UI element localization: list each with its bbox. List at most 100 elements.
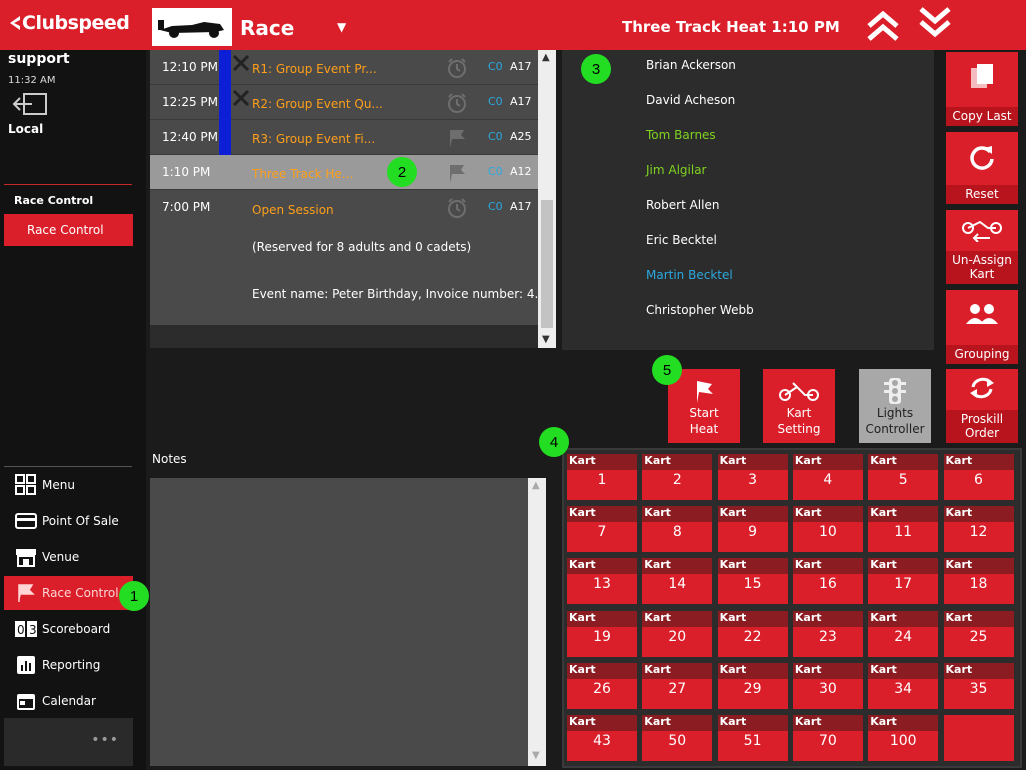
kart-tile[interactable]: Kart 100 bbox=[868, 715, 939, 761]
kart-tile[interactable]: Kart 23 bbox=[792, 610, 863, 657]
kart-tile[interactable]: Kart 43 bbox=[567, 715, 637, 761]
kart-tile[interactable]: Kart 24 bbox=[868, 610, 939, 657]
kart-tile[interactable]: Kart 26 bbox=[567, 662, 637, 709]
clock-time: 11:32 AM bbox=[8, 75, 56, 86]
unassign-kart-button[interactable]: Un-Assign Kart bbox=[946, 210, 1018, 284]
kart-tile-empty[interactable] bbox=[943, 715, 1014, 761]
nav-item-race-control[interactable]: Race Control bbox=[4, 576, 133, 610]
lights-controller-button[interactable]: Lights Controller bbox=[859, 369, 931, 443]
nav-item-venue[interactable]: Venue bbox=[4, 540, 133, 574]
chevron-down-icon[interactable]: ▼ bbox=[337, 20, 346, 34]
kart-tile[interactable]: Kart 50 bbox=[642, 715, 713, 761]
kart-tile[interactable]: Kart 9 bbox=[717, 506, 788, 553]
kart-number: 17 bbox=[894, 576, 913, 593]
kart-tile[interactable]: Kart 11 bbox=[868, 506, 939, 553]
kart-label: Kart bbox=[567, 506, 637, 523]
kart-tile[interactable]: Kart 4 bbox=[792, 454, 863, 500]
heat-color-bar bbox=[219, 120, 231, 155]
heat-list-scrollbar[interactable]: ▲ ▼ bbox=[538, 50, 556, 348]
kart-tile[interactable]: Kart 13 bbox=[567, 558, 637, 605]
heat-a-code: A12 bbox=[510, 165, 532, 178]
notes-textarea[interactable] bbox=[150, 478, 528, 766]
heat-row[interactable]: 12:25 PM R2: Group Event Qu... C0 A17 bbox=[150, 85, 538, 120]
nav-item-point-of-sale[interactable]: Point Of Sale bbox=[4, 504, 133, 538]
kart-tile[interactable]: Kart 6 bbox=[943, 454, 1014, 500]
divider bbox=[4, 184, 132, 185]
scroll-up-icon[interactable]: ▲ bbox=[542, 52, 550, 63]
kart-tile[interactable]: Kart 51 bbox=[717, 715, 788, 761]
kart-number: 22 bbox=[743, 628, 762, 645]
nav-item-scoreboard[interactable]: 03 Scoreboard bbox=[4, 612, 133, 646]
user-name: support bbox=[8, 51, 70, 67]
kart-tile[interactable]: Kart 2 bbox=[642, 454, 713, 500]
kart-tile[interactable]: Kart 15 bbox=[717, 558, 788, 605]
copy-last-button[interactable]: Copy Last bbox=[946, 52, 1018, 126]
double-chevron-up-icon[interactable] bbox=[866, 8, 900, 42]
nav-item-reporting[interactable]: Reporting bbox=[4, 648, 133, 682]
racer-name[interactable]: Tom Barnes bbox=[646, 128, 716, 142]
kart-tile[interactable]: Kart 7 bbox=[567, 506, 637, 553]
racer-name[interactable]: Eric Becktel bbox=[646, 233, 717, 247]
start-heat-button[interactable]: Start Heat bbox=[668, 369, 740, 443]
kart-tile[interactable]: Kart 10 bbox=[792, 506, 863, 553]
racer-name[interactable]: Christopher Webb bbox=[646, 303, 754, 317]
module-title[interactable]: Race bbox=[240, 16, 294, 40]
scroll-down-icon[interactable]: ▼ bbox=[532, 750, 540, 761]
kart-tile[interactable]: Kart 70 bbox=[792, 715, 863, 761]
racer-name[interactable]: Brian Ackerson bbox=[646, 58, 736, 72]
nav-item-menu[interactable]: Menu bbox=[4, 468, 133, 502]
kart-tile[interactable]: Kart 19 bbox=[567, 610, 637, 657]
kart-tile[interactable]: Kart 25 bbox=[943, 610, 1014, 657]
kart-tile[interactable]: Kart 14 bbox=[642, 558, 713, 605]
kart-tile[interactable]: Kart 17 bbox=[868, 558, 939, 605]
kart-label: Kart bbox=[868, 558, 939, 575]
grouping-button[interactable]: Grouping bbox=[946, 290, 1018, 364]
kart-label: Kart bbox=[868, 715, 939, 731]
notes-scrollbar[interactable]: ▲ ▼ bbox=[528, 478, 546, 766]
kart-number: 43 bbox=[593, 733, 611, 749]
kart-number: 6 bbox=[974, 472, 983, 488]
racer-name[interactable]: Robert Allen bbox=[646, 198, 719, 212]
heat-row-selected[interactable]: 1:10 PM Three Track He... C0 A12 bbox=[150, 155, 538, 190]
heat-c-code: C0 bbox=[488, 200, 503, 213]
kart-tile[interactable]: Kart 18 bbox=[943, 558, 1014, 605]
racer-name[interactable]: Martin Becktel bbox=[646, 268, 733, 282]
more-icon[interactable]: ••• bbox=[91, 732, 119, 748]
kart-tile[interactable]: Kart 29 bbox=[717, 662, 788, 709]
kart-tile[interactable]: Kart 3 bbox=[717, 454, 788, 500]
double-chevron-down-icon[interactable] bbox=[918, 6, 952, 40]
proskill-order-button[interactable]: Proskill Order bbox=[946, 369, 1018, 443]
kart-tile[interactable]: Kart 1 bbox=[567, 454, 637, 500]
kart-tile[interactable]: Kart 5 bbox=[868, 454, 939, 500]
button-label-line: Heat bbox=[689, 422, 719, 436]
heat-c-code: C0 bbox=[488, 60, 503, 73]
kart-tile[interactable]: Kart 35 bbox=[943, 662, 1014, 709]
heat-row-open-session[interactable]: 7:00 PM Open Session C0 A17 bbox=[150, 190, 538, 325]
scroll-down-icon[interactable]: ▼ bbox=[542, 334, 550, 345]
scroll-up-icon[interactable]: ▲ bbox=[532, 480, 540, 491]
kart-tile[interactable]: Kart 34 bbox=[868, 662, 939, 709]
race-control-sub-button[interactable]: Race Control bbox=[4, 214, 133, 246]
location-label: Local bbox=[8, 122, 44, 136]
kart-setting-button[interactable]: Kart Setting bbox=[763, 369, 835, 443]
reservation-text: (Reserved for 8 adults and 0 cadets) bbox=[252, 240, 472, 254]
racer-name[interactable]: Jim Algilar bbox=[646, 163, 707, 177]
heat-row[interactable]: 12:40 PM R3: Group Event Fi... C0 A25 bbox=[150, 120, 538, 155]
kart-number: 35 bbox=[969, 680, 988, 697]
logout-icon[interactable] bbox=[12, 92, 48, 116]
kart-tile[interactable]: Kart 20 bbox=[642, 610, 713, 657]
heat-row[interactable]: 12:10 PM R1: Group Event Pr... C0 A17 bbox=[150, 50, 538, 85]
kart-tile[interactable]: Kart 30 bbox=[792, 662, 863, 709]
kart-tile[interactable]: Kart 27 bbox=[642, 662, 713, 709]
kart-tile[interactable]: Kart 8 bbox=[642, 506, 713, 553]
nav-item-calendar[interactable]: Calendar bbox=[4, 684, 133, 718]
scroll-thumb[interactable] bbox=[541, 200, 553, 328]
kart-tile[interactable]: Kart 12 bbox=[943, 506, 1014, 553]
racer-name[interactable]: David Acheson bbox=[646, 93, 735, 107]
kart-label: Kart bbox=[717, 506, 788, 523]
kart-tile[interactable]: Kart 16 bbox=[792, 558, 863, 605]
heat-name: R3: Group Event Fi... bbox=[252, 132, 376, 146]
kart-tile[interactable]: Kart 22 bbox=[717, 610, 788, 657]
more-bar[interactable]: ••• bbox=[4, 718, 133, 766]
reset-button[interactable]: Reset bbox=[946, 132, 1018, 204]
